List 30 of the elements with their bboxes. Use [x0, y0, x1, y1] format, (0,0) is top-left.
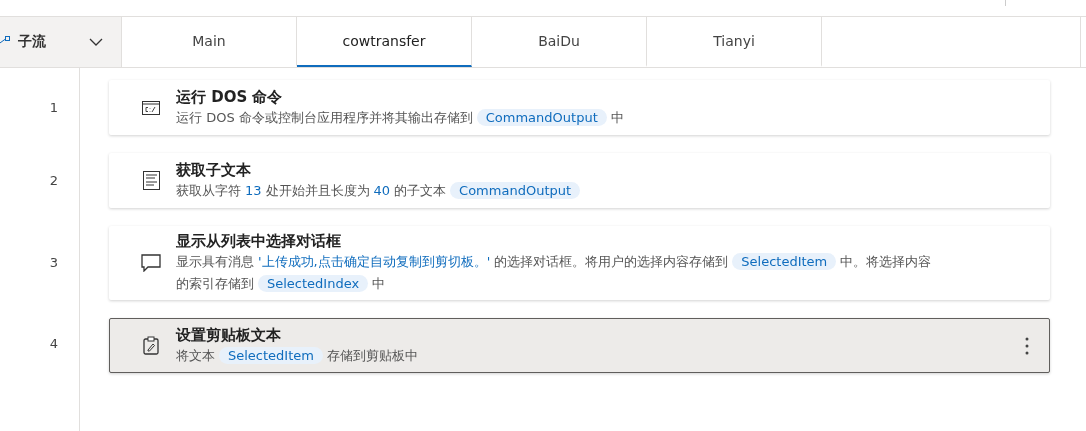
action-title: 运行 DOS 命令: [176, 86, 284, 107]
action-title: 显示从列表中选择对话框: [176, 231, 342, 251]
action-card[interactable]: 设置剪贴板文本 将文本 SelectedItem 存储到剪贴板中: [109, 318, 1050, 373]
line-number: 4: [48, 335, 59, 353]
action-card[interactable]: 运行 DOS 命令 运行 DOS 命令或控制台应用程序并将其输出存储到 CommandOutput 中: [109, 80, 1050, 135]
variable-token[interactable]: SelectedIndex: [258, 275, 369, 292]
subflow-label: 子流: [18, 33, 47, 51]
action-description: 运行 DOS 命令或控制台应用程序并将其输出存储到 CommandOutput 中: [176, 107, 625, 128]
action-card[interactable]: 显示从列表中选择对话框 显示具有消息 '上传成功,点击确定自动复制到剪切板。' 的选择对话框。将用户的选择内容存储到 SelectedItem 中。将选择内容的索引存储到 SelectedIndex 中: [109, 226, 1050, 300]
line-number: 2: [48, 172, 59, 190]
action-description: 显示具有消息 '上传成功,点击确定自动复制到剪切板。' 的选择对话框。将用户的选择内容存储到 SelectedItem 中。将选择内容的索引存储到 SelectedIndex 中: [176, 252, 933, 294]
text-icon: [142, 171, 160, 190]
variable-token[interactable]: SelectedItem: [219, 346, 323, 364]
speech-bubble-icon: [141, 254, 161, 272]
variable-token[interactable]: SelectedItem: [732, 253, 837, 270]
action-title: 设置剪贴板文本: [176, 324, 282, 345]
action-card[interactable]: 获取子文本 获取从字符 13 处开始并且长度为 40 的子文本 CommandOutput: [109, 153, 1050, 208]
chevron-down-icon: [89, 38, 103, 46]
more-options-icon[interactable]: [1025, 336, 1029, 355]
line-number: 1: [48, 99, 59, 117]
action-title: 获取子文本: [176, 159, 252, 180]
action-description: 获取从字符 13 处开始并且长度为 40 的子文本 CommandOutput: [176, 179, 941, 202]
line-number: 3: [48, 253, 59, 272]
action-description: 将文本 SelectedItem 存储到剪贴板中: [176, 345, 419, 366]
flow-tab[interactable]: cowtransfer: [297, 17, 472, 67]
variable-token[interactable]: CommandOutput: [476, 108, 607, 126]
variable-token[interactable]: CommandOutput: [450, 181, 581, 199]
subflow-dropdown[interactable]: 子流: [0, 17, 122, 67]
console-icon: [142, 100, 160, 115]
clipboard-icon: [143, 336, 159, 355]
